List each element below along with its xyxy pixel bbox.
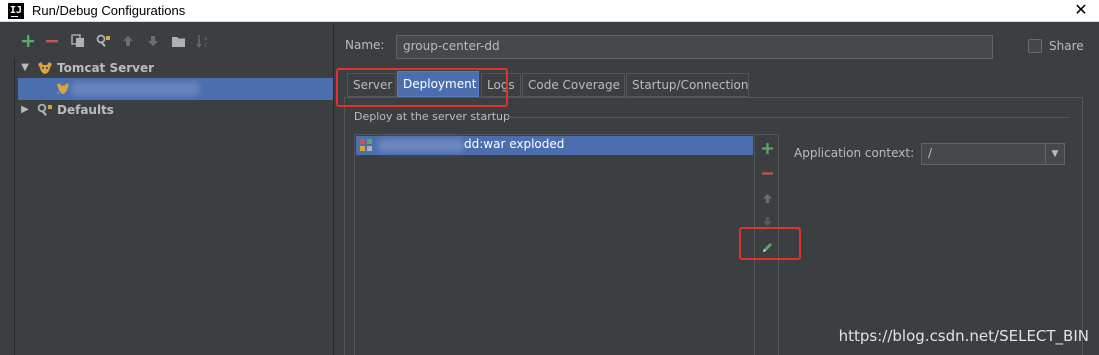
edit-defaults-icon [96,34,110,47]
name-input[interactable]: group-center-dd [396,35,993,59]
configurations-toolbar: az [0,23,333,61]
tab-deployment[interactable]: Deployment [397,71,479,97]
tab-code-coverage[interactable]: Code Coverage [522,73,625,97]
remove-icon [46,40,58,43]
tree-group-defaults[interactable]: ▶ Defaults [15,100,334,120]
tab-server[interactable]: Server [347,73,396,97]
artifact-toolbar [755,134,779,355]
move-artifact-up-button[interactable] [757,188,777,208]
remove-icon [761,171,773,175]
move-down-icon [762,216,772,226]
sort-configurations-button[interactable]: az [193,31,213,51]
share-checkbox[interactable] [1028,39,1042,53]
tomcat-icon [38,62,52,74]
copy-configuration-button[interactable] [68,31,88,51]
deploy-section-title: Deploy at the server startup [354,110,511,123]
configurations-tree: ▼ Tomcat Server ▶ Defaults [14,58,333,355]
dropdown-arrow-icon[interactable]: ▼ [1045,144,1064,164]
share-label: Share [1049,39,1084,53]
window-titlebar: IJ Run/Debug Configurations ✕ [0,0,1099,22]
watermark-text: https://blog.csdn.net/SELECT_BIN [838,327,1089,345]
create-folder-button[interactable] [168,31,188,51]
move-up-icon [123,36,133,46]
edit-artifact-button[interactable] [757,237,777,257]
folder-icon [171,36,185,47]
move-down-icon [148,36,158,46]
window-title: Run/Debug Configurations [32,3,186,18]
svg-text:z: z [204,43,207,49]
add-artifact-button[interactable] [757,138,777,158]
tab-startup-connection[interactable]: Startup/Connection [626,73,749,97]
svg-text:a: a [204,36,207,42]
application-context-label: Application context: [794,146,915,160]
tree-item-selected-configuration[interactable] [18,78,333,100]
add-icon [761,142,773,154]
application-context-value: / [928,146,933,160]
tomcat-config-icon [57,83,69,94]
tab-logs[interactable]: Logs [481,73,521,97]
close-window-button[interactable]: ✕ [1063,0,1099,22]
section-separator [507,117,1070,118]
application-context-select[interactable]: / ▼ [921,143,1065,165]
add-configuration-button[interactable] [18,31,38,51]
wrench-icon [37,103,52,116]
artifact-list-item[interactable]: dd:war exploded [356,136,753,155]
artifact-label: dd:war exploded [464,137,565,151]
redacted-artifact-name [378,139,464,152]
tree-label-defaults: Defaults [57,103,114,117]
intellij-app-icon: IJ [8,3,24,19]
artifact-list[interactable]: dd:war exploded [354,134,755,355]
move-up-button[interactable] [118,31,138,51]
move-up-icon [762,193,772,203]
move-down-button[interactable] [143,31,163,51]
name-label: Name: [345,38,385,52]
sort-icon: az [195,35,207,49]
remove-configuration-button[interactable] [42,31,62,51]
tree-group-tomcat-server[interactable]: ▼ Tomcat Server [15,58,334,78]
edit-pencil-icon [762,242,772,252]
collapse-arrow-icon[interactable]: ▶ [19,100,31,120]
copy-icon [71,34,84,47]
remove-artifact-button[interactable] [757,163,777,183]
expand-arrow-icon[interactable]: ▼ [19,58,31,78]
artifact-icon [360,139,372,151]
move-artifact-down-button[interactable] [757,211,777,231]
tree-label-tomcat-server: Tomcat Server [57,61,155,75]
redacted-configuration-name [70,82,200,96]
edit-defaults-button[interactable] [93,31,113,51]
add-icon [22,35,34,47]
